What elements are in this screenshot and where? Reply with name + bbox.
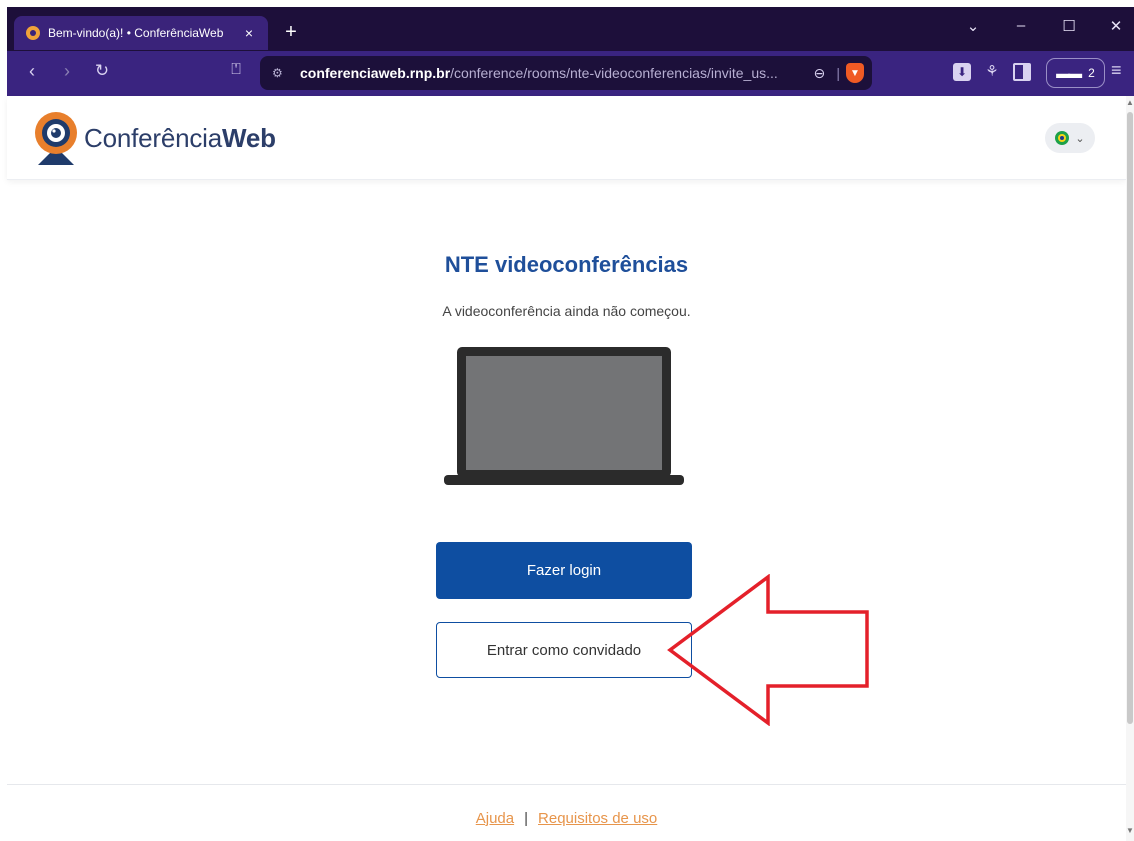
url-path: /conference/rooms/nte-videoconferencias/…: [450, 65, 778, 81]
minimize-window-icon[interactable]: –: [1006, 17, 1036, 34]
sidebar-toggle-icon[interactable]: [1013, 63, 1031, 81]
site-favicon-icon: [26, 26, 40, 40]
help-link[interactable]: Ajuda: [476, 810, 514, 827]
brazil-flag-icon: [1055, 131, 1070, 145]
site-footer: Ajuda | Requisitos de uso: [7, 810, 1126, 827]
back-arrow-icon[interactable]: ‹: [20, 61, 44, 82]
footer-separator: |: [524, 810, 529, 827]
browser-tab-active[interactable]: Bem-vindo(a)! • ConferênciaWeb ×: [14, 16, 268, 50]
wallet-count: 2: [1088, 66, 1095, 80]
laptop-illustration-icon: [444, 347, 684, 485]
chevron-down-icon: ⌄: [1075, 132, 1085, 145]
page-content: ConferênciaWeb ⌄ NTE videoconferências A…: [7, 96, 1126, 841]
new-tab-button[interactable]: +: [279, 21, 303, 43]
tab-close-icon[interactable]: ×: [240, 25, 258, 41]
language-selector[interactable]: ⌄: [1045, 123, 1095, 153]
logo-wordmark: ConferênciaWeb: [84, 123, 276, 154]
login-button[interactable]: Fazer login: [436, 542, 692, 599]
bookmark-icon[interactable]: ⍞: [224, 61, 248, 79]
sunglasses-icon: ▬▬: [1056, 65, 1082, 81]
download-icon[interactable]: [953, 63, 971, 81]
reload-icon[interactable]: ↻: [90, 61, 114, 81]
address-url[interactable]: conferenciaweb.rnp.br/conference/rooms/n…: [300, 65, 808, 81]
extensions-puzzle-icon[interactable]: ⚘: [983, 63, 1001, 81]
logo-text-regular: Conferência: [84, 122, 222, 153]
scroll-up-arrow-icon[interactable]: ▲: [1126, 98, 1134, 107]
forward-arrow-icon[interactable]: ›: [55, 61, 79, 82]
browser-toolbar: ‹ › ↻ ⍞ ⚙ conferenciaweb.rnp.br/conferen…: [7, 51, 1134, 96]
site-logo[interactable]: ConferênciaWeb: [32, 109, 276, 167]
meeting-status-text: A videoconferência ainda não começou.: [442, 303, 691, 319]
terms-link[interactable]: Requisitos de uso: [538, 810, 657, 827]
room-title: NTE videoconferências: [444, 252, 689, 277]
site-header: ConferênciaWeb ⌄: [7, 96, 1126, 180]
close-window-icon[interactable]: ✕: [1101, 17, 1131, 35]
footer-divider: [7, 784, 1126, 785]
join-as-guest-button[interactable]: Entrar como convidado: [436, 622, 692, 678]
tab-title: Bem-vindo(a)! • ConferênciaWeb: [48, 26, 224, 40]
tab-search-chevron-icon[interactable]: ⌄: [958, 17, 988, 35]
address-bar[interactable]: ⚙ conferenciaweb.rnp.br/conference/rooms…: [260, 56, 872, 90]
webcam-logo-icon: [35, 112, 77, 165]
url-host: conferenciaweb.rnp.br: [300, 65, 451, 81]
zoom-icon[interactable]: ⊖: [808, 65, 830, 82]
maximize-window-icon[interactable]: ☐: [1054, 17, 1084, 35]
scroll-down-arrow-icon[interactable]: ▼: [1126, 826, 1134, 835]
logo-text-bold: Web: [222, 122, 276, 153]
browser-tabbar: Bem-vindo(a)! • ConferênciaWeb × + ⌄ – ☐…: [7, 7, 1134, 51]
brave-shield-icon[interactable]: ▼: [846, 63, 864, 83]
red-annotation-arrow-icon: [667, 574, 869, 726]
omnibox-divider: |: [836, 65, 840, 81]
wallet-button[interactable]: ▬▬ 2: [1046, 58, 1105, 88]
site-settings-icon[interactable]: ⚙: [272, 66, 292, 80]
browser-menu-icon[interactable]: ≡: [1111, 60, 1122, 81]
scrollbar-thumb[interactable]: [1127, 112, 1133, 724]
